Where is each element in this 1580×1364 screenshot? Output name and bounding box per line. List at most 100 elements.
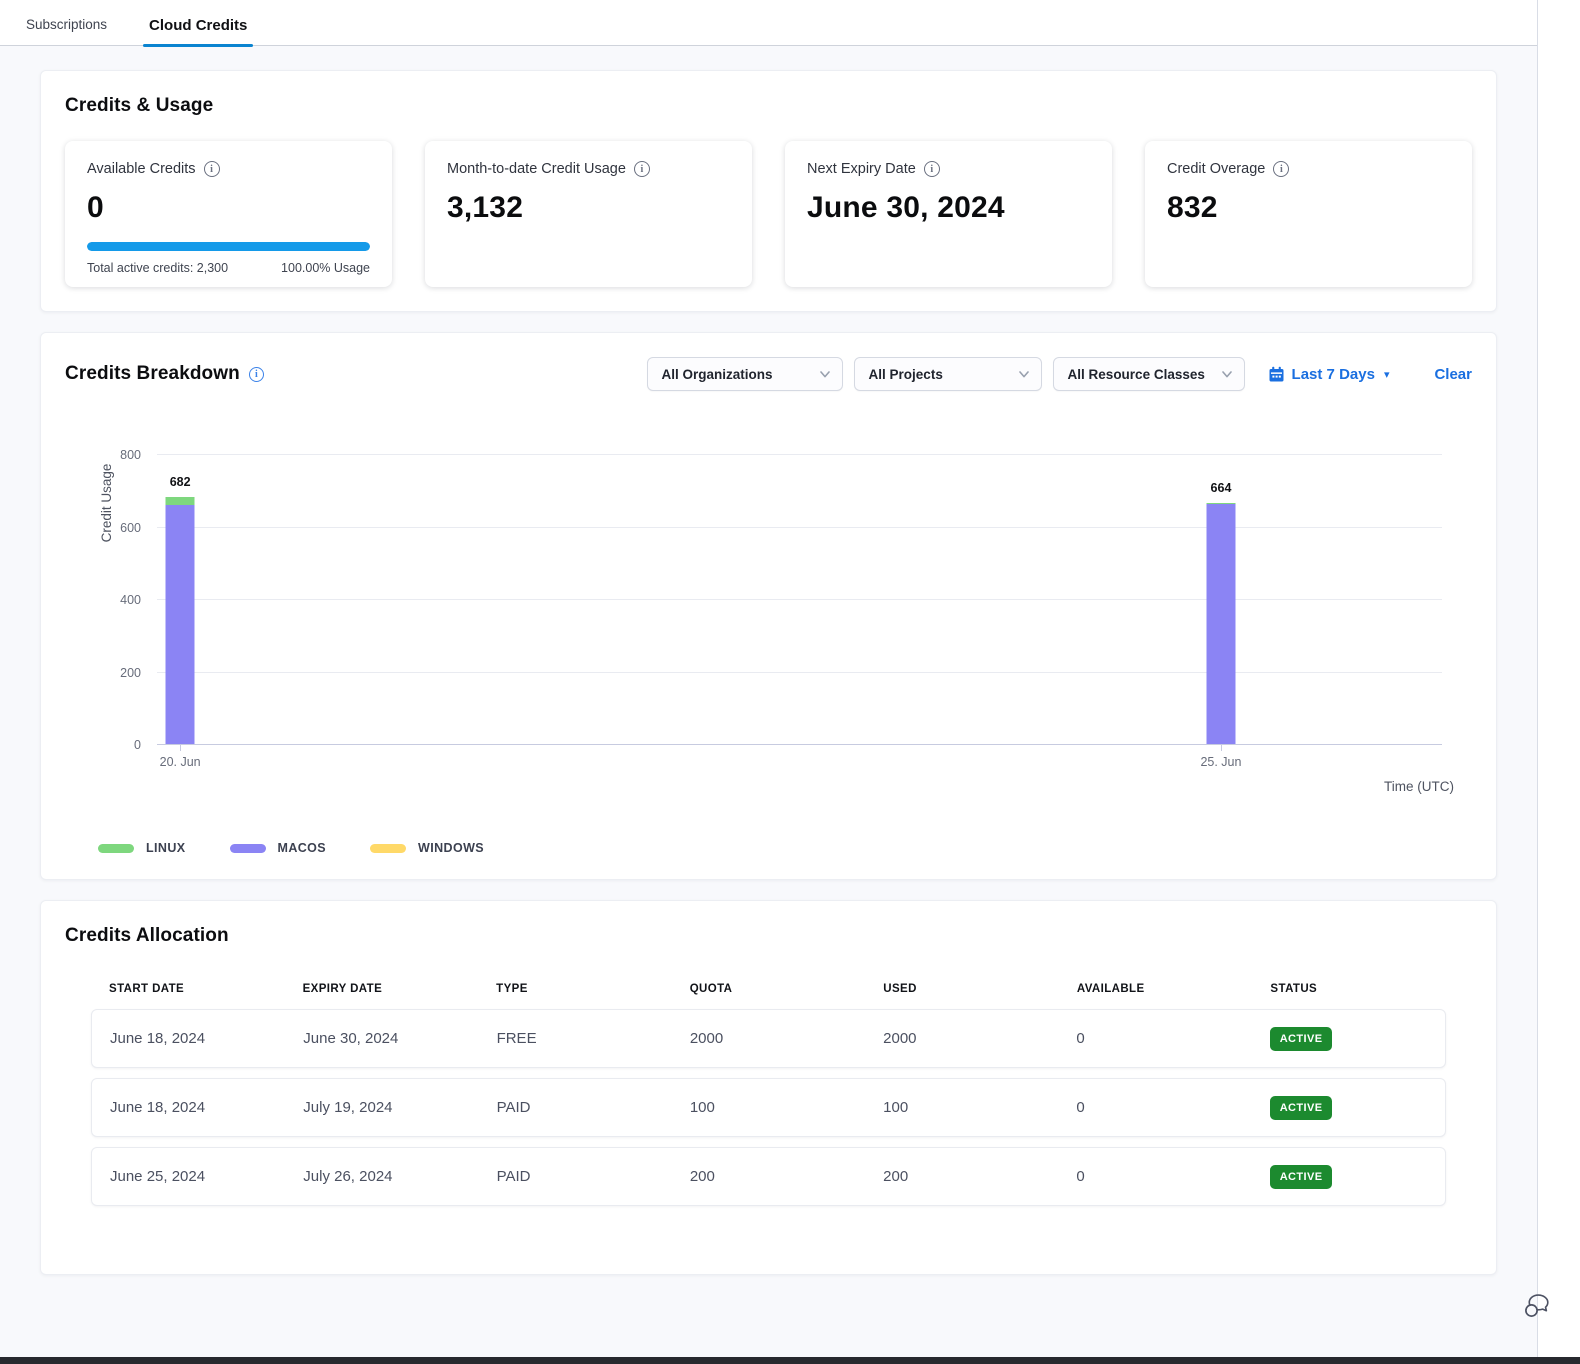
cell-available: 0	[1058, 1030, 1251, 1047]
legend-swatch	[370, 844, 406, 853]
legend-label: WINDOWS	[418, 841, 484, 855]
credits-progress-fill	[87, 242, 370, 251]
table-row: June 18, 2024 July 19, 2024 PAID 100 100…	[91, 1078, 1446, 1137]
bar-total-label: 664	[1211, 481, 1232, 495]
chat-support-icon[interactable]	[1521, 1288, 1555, 1322]
filter-bar: All Organizations All Projects All Resou…	[647, 357, 1472, 391]
credits-allocation-title: Credits Allocation	[65, 925, 1472, 947]
info-icon[interactable]: i	[924, 161, 940, 177]
cell-type: FREE	[479, 1030, 672, 1047]
credit-overage-card: Credit Overage i 832	[1145, 141, 1472, 287]
legend-item-macos[interactable]: MACOS	[230, 841, 327, 855]
mtd-usage-value: 3,132	[447, 191, 730, 225]
credit-overage-label: Credit Overage	[1167, 161, 1265, 177]
right-gutter	[1537, 0, 1580, 1364]
x-tick-mark	[180, 745, 181, 751]
date-range-picker[interactable]: Last 7 Days ▾	[1268, 366, 1390, 383]
tab-cloud-credits-label: Cloud Credits	[149, 17, 247, 34]
mtd-usage-card: Month-to-date Credit Usage i 3,132	[425, 141, 752, 287]
bar-segment-linux[interactable]	[166, 497, 195, 506]
column-header-type: TYPE	[478, 983, 672, 995]
chevron-down-icon	[1222, 371, 1232, 378]
info-icon[interactable]: i	[634, 161, 650, 177]
credit-overage-value: 832	[1167, 191, 1450, 225]
content: Credits & Usage Available Credits i 0 To…	[0, 46, 1537, 1275]
info-icon[interactable]: i	[1273, 161, 1289, 177]
cell-expiry-date: July 19, 2024	[285, 1099, 478, 1116]
gridline	[157, 454, 1442, 455]
credits-usage-title: Credits & Usage	[65, 95, 1472, 117]
chart-legend: LINUX MACOS WINDOWS	[98, 841, 1472, 855]
status-badge: ACTIVE	[1270, 1027, 1333, 1051]
legend-swatch	[98, 844, 134, 853]
credits-usage-section: Credits & Usage Available Credits i 0 To…	[40, 70, 1497, 312]
tab-bar: Subscriptions Cloud Credits	[0, 0, 1537, 46]
credits-breakdown-title: Credits Breakdown	[65, 363, 240, 385]
cell-used: 200	[865, 1168, 1058, 1185]
bar-25-jun[interactable]	[1206, 503, 1235, 744]
cell-expiry-date: July 26, 2024	[285, 1168, 478, 1185]
bar-20-jun[interactable]	[166, 497, 195, 744]
column-header-used: USED	[865, 983, 1059, 995]
info-icon[interactable]: i	[249, 367, 264, 382]
table-row: June 25, 2024 July 26, 2024 PAID 200 200…	[91, 1147, 1446, 1206]
bar-segment-macos[interactable]	[1206, 504, 1235, 744]
cell-used: 100	[865, 1099, 1058, 1116]
bar-total-label: 682	[170, 475, 191, 489]
status-badge: ACTIVE	[1270, 1096, 1333, 1120]
next-expiry-label: Next Expiry Date	[807, 161, 916, 177]
tab-cloud-credits[interactable]: Cloud Credits	[145, 7, 251, 45]
stat-grid: Available Credits i 0 Total active credi…	[65, 141, 1472, 287]
resource-classes-filter[interactable]: All Resource Classes	[1053, 357, 1245, 391]
projects-filter-value: All Projects	[869, 367, 943, 382]
caret-down-icon: ▾	[1384, 368, 1390, 381]
credits-allocation-section: Credits Allocation START DATE EXPIRY DAT…	[40, 900, 1497, 1275]
column-header-start-date: START DATE	[91, 983, 285, 995]
status-badge: ACTIVE	[1270, 1165, 1333, 1189]
cell-available: 0	[1058, 1099, 1251, 1116]
legend-item-linux[interactable]: LINUX	[98, 841, 186, 855]
gridline	[157, 672, 1442, 673]
x-tick-label: 25. Jun	[1200, 755, 1241, 769]
chevron-down-icon	[820, 371, 830, 378]
cell-start-date: June 25, 2024	[92, 1168, 285, 1185]
x-tick-mark	[1221, 745, 1222, 751]
cell-used: 2000	[865, 1030, 1058, 1047]
active-tab-underline	[143, 44, 253, 48]
cell-quota: 2000	[672, 1030, 865, 1047]
tab-subscriptions[interactable]: Subscriptions	[22, 7, 111, 45]
column-header-expiry-date: EXPIRY DATE	[285, 983, 479, 995]
projects-filter[interactable]: All Projects	[854, 357, 1042, 391]
date-range-value: Last 7 Days	[1292, 366, 1375, 383]
cell-quota: 100	[672, 1099, 865, 1116]
column-header-available: AVAILABLE	[1059, 983, 1253, 995]
y-tick-label: 800	[120, 448, 141, 462]
info-icon[interactable]: i	[204, 161, 220, 177]
y-tick-label: 600	[120, 521, 141, 535]
column-header-status: STATUS	[1252, 983, 1446, 995]
credits-breakdown-section: Credits Breakdown i All Organizations Al…	[40, 332, 1497, 880]
legend-label: LINUX	[146, 841, 186, 855]
credits-allocation-table: START DATE EXPIRY DATE TYPE QUOTA USED A…	[91, 983, 1446, 1206]
y-tick-label: 200	[120, 666, 141, 680]
credits-progress-bar	[87, 242, 370, 251]
next-expiry-card: Next Expiry Date i June 30, 2024	[785, 141, 1112, 287]
credit-usage-chart-plot: Credit Usage Time (UTC) 0200400600800682…	[157, 455, 1442, 745]
cell-quota: 200	[672, 1168, 865, 1185]
tab-subscriptions-label: Subscriptions	[26, 17, 107, 32]
organizations-filter[interactable]: All Organizations	[647, 357, 843, 391]
legend-swatch	[230, 844, 266, 853]
bar-segment-macos[interactable]	[166, 505, 195, 744]
calendar-icon	[1268, 366, 1285, 383]
next-expiry-value: June 30, 2024	[807, 191, 1090, 225]
mtd-usage-label: Month-to-date Credit Usage	[447, 161, 626, 177]
y-tick-label: 0	[134, 738, 141, 752]
gridline	[157, 527, 1442, 528]
cell-type: PAID	[479, 1099, 672, 1116]
legend-item-windows[interactable]: WINDOWS	[370, 841, 484, 855]
cell-start-date: June 18, 2024	[92, 1030, 285, 1047]
cell-start-date: June 18, 2024	[92, 1099, 285, 1116]
clear-filters-button[interactable]: Clear	[1434, 366, 1472, 383]
available-credits-label: Available Credits	[87, 161, 196, 177]
resource-classes-filter-value: All Resource Classes	[1068, 367, 1205, 382]
